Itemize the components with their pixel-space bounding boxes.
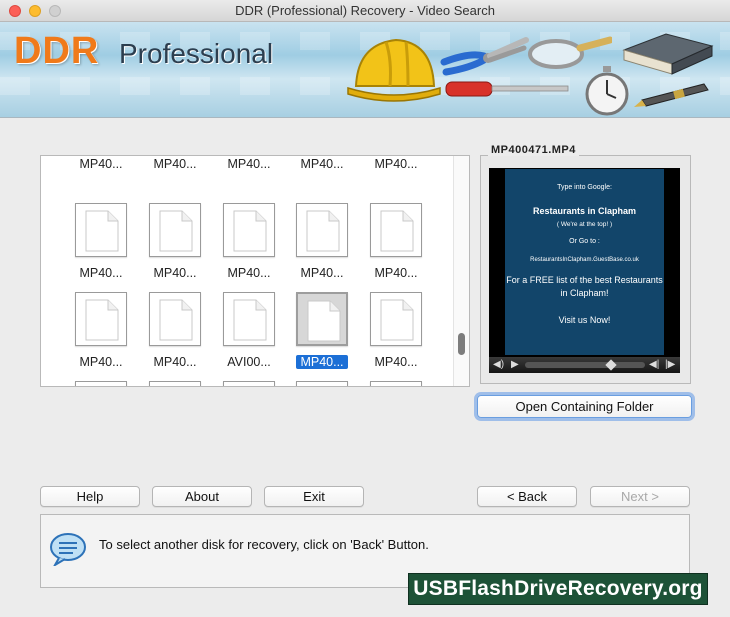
file-thumbnail-grid[interactable]: MP40... MP40... MP40... MP40... MP40... … <box>40 155 470 387</box>
file-icon <box>370 292 422 346</box>
file-thumbnail[interactable] <box>359 381 433 386</box>
file-label: MP40... <box>79 355 123 369</box>
file-label: MP40... <box>79 157 123 171</box>
file-label: MP40... <box>227 266 271 280</box>
video-text: For a FREE list of the best Restaurants <box>506 275 663 285</box>
video-text: in Clapham! <box>560 288 609 298</box>
forward-icon[interactable]: |▶ <box>665 359 675 371</box>
file-icon <box>370 203 422 257</box>
app-window: DDR (Professional) Recovery - Video Sear… <box>0 0 730 617</box>
header-banner: DDR Professional <box>0 22 730 118</box>
status-message: To select another disk for recovery, cli… <box>99 537 429 552</box>
file-thumbnail[interactable]: MP40... <box>64 156 138 178</box>
scrollbar-thumb[interactable] <box>458 333 465 355</box>
book-icon <box>622 33 714 75</box>
file-label: MP40... <box>79 266 123 280</box>
watermark-banner: USBFlashDriveRecovery.org <box>408 573 708 605</box>
video-controls: ◀) ▶ ◀| |▶ <box>489 357 680 373</box>
file-label: MP40... <box>153 355 197 369</box>
title-bar: DDR (Professional) Recovery - Video Sear… <box>0 0 730 22</box>
file-icon <box>296 203 348 257</box>
file-label: MP40... <box>227 157 271 171</box>
file-icon <box>75 203 127 257</box>
file-icon <box>149 381 201 386</box>
video-text: ( We're at the top! ) <box>556 221 613 228</box>
file-icon <box>75 292 127 346</box>
file-label: MP40... <box>374 157 418 171</box>
file-icon <box>370 381 422 386</box>
file-label: MP40... <box>374 355 418 369</box>
about-button[interactable]: About <box>152 486 252 507</box>
back-button[interactable]: < Back <box>477 486 577 507</box>
speech-bubble-icon <box>50 533 86 566</box>
next-button: Next > <box>590 486 690 507</box>
file-icon <box>149 203 201 257</box>
vertical-scrollbar[interactable] <box>453 156 469 386</box>
video-text: Or Go to : <box>569 238 600 245</box>
file-icon <box>223 292 275 346</box>
video-text: Type into Google: <box>557 184 612 191</box>
open-containing-folder-button[interactable]: Open Containing Folder <box>477 395 692 418</box>
file-thumbnail[interactable]: MP40... <box>285 203 359 287</box>
file-label: MP40... <box>153 157 197 171</box>
help-button[interactable]: Help <box>40 486 140 507</box>
brand-professional-text: Professional <box>119 38 274 69</box>
file-label: MP40... <box>153 266 197 280</box>
seek-knob[interactable] <box>605 359 617 371</box>
window-title: DDR (Professional) Recovery - Video Sear… <box>235 3 495 18</box>
file-icon <box>149 292 201 346</box>
file-thumbnail[interactable] <box>64 381 138 386</box>
file-thumbnail[interactable]: MP40... <box>212 203 286 287</box>
volume-icon[interactable]: ◀) <box>493 359 504 371</box>
video-text: Visit us Now! <box>558 315 611 325</box>
file-thumbnail[interactable]: MP40... <box>359 292 433 376</box>
video-text: Restaurants in Clapham <box>532 206 637 216</box>
play-icon[interactable]: ▶ <box>511 359 519 371</box>
hard-hat-icon <box>347 38 441 102</box>
file-label: MP40... <box>300 266 344 280</box>
file-label: MP40... <box>374 266 418 280</box>
file-thumbnail[interactable]: MP40... <box>212 156 286 178</box>
file-icon <box>223 203 275 257</box>
file-thumbnail[interactable]: MP40... <box>359 203 433 287</box>
file-label: MP40... <box>285 354 359 370</box>
file-label: AVI00... <box>227 355 271 369</box>
file-thumbnail[interactable]: MP40... <box>64 292 138 376</box>
pen-icon <box>634 83 709 107</box>
file-thumbnail[interactable]: MP40... <box>359 156 433 178</box>
file-thumbnail[interactable]: MP40... <box>285 156 359 178</box>
brand-ddr-logo: DDR <box>14 30 100 72</box>
file-thumbnail[interactable] <box>212 381 286 386</box>
file-thumbnail[interactable]: MP40... <box>138 292 212 376</box>
video-text: RestaurantsInClapham.GuestBase.co.uk <box>530 257 639 263</box>
file-thumbnail[interactable]: MP40... <box>64 203 138 287</box>
screwdriver-icon <box>445 81 569 97</box>
file-label: MP40... <box>300 157 344 171</box>
preview-file-name: MP400471.MP4 <box>488 144 579 156</box>
video-frame: Type into Google: Restaurants in Clapham… <box>505 169 664 355</box>
file-icon <box>296 292 348 346</box>
file-thumbnail[interactable] <box>138 381 212 386</box>
file-thumbnail[interactable]: AVI00... <box>212 292 286 376</box>
file-thumbnail[interactable]: MP40... <box>138 203 212 287</box>
seek-bar[interactable] <box>525 359 645 371</box>
file-icon <box>296 381 348 386</box>
file-thumbnail-selected[interactable]: MP40... <box>285 292 359 376</box>
rewind-icon[interactable]: ◀| <box>649 359 659 371</box>
video-player[interactable]: Type into Google: Restaurants in Clapham… <box>489 168 680 373</box>
file-icon <box>75 381 127 386</box>
exit-button[interactable]: Exit <box>264 486 364 507</box>
file-icon <box>223 381 275 386</box>
file-thumbnail[interactable]: MP40... <box>138 156 212 178</box>
pliers-icon <box>440 37 529 76</box>
file-thumbnail[interactable] <box>285 381 359 386</box>
